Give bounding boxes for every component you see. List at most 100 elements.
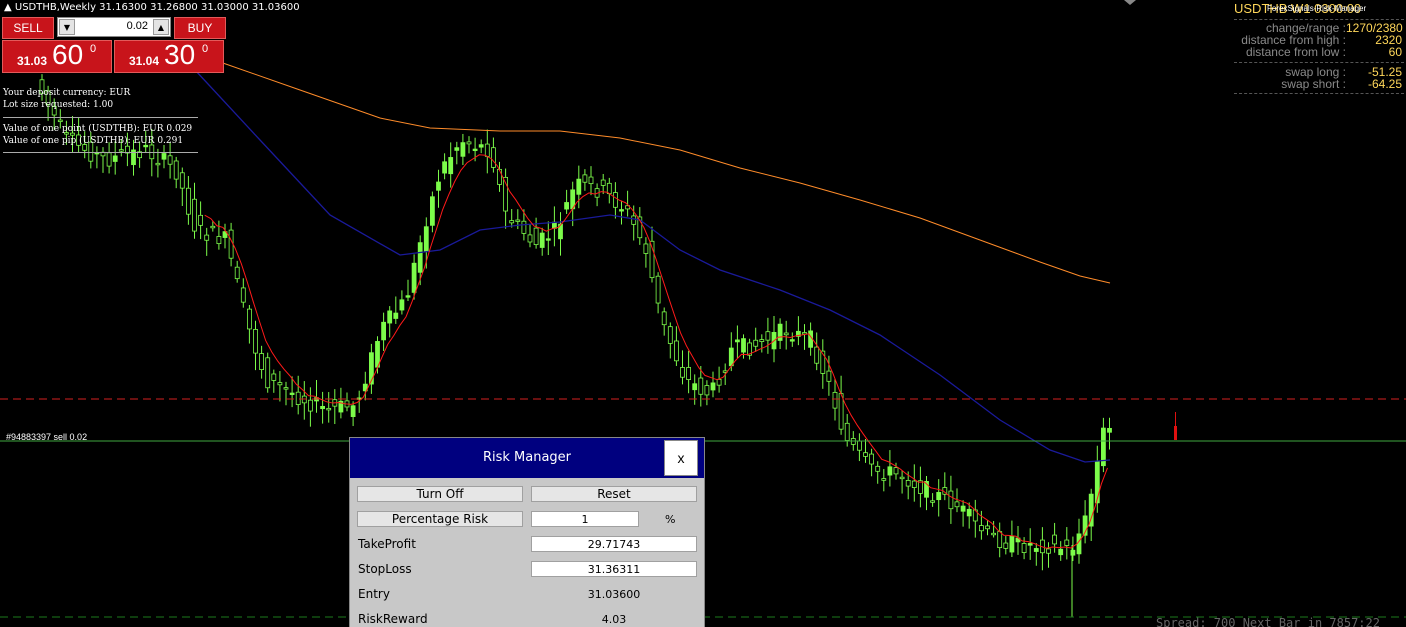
candle-body	[905, 480, 911, 487]
panel-separator	[1234, 62, 1404, 63]
candle-body	[661, 311, 667, 326]
candle-body	[857, 440, 862, 451]
percentage-risk-input[interactable]: 1	[531, 511, 639, 527]
candle-body	[893, 467, 899, 475]
candle-body	[643, 243, 649, 254]
candle-body	[1107, 427, 1112, 433]
takeprofit-label: TakeProfit	[358, 537, 416, 551]
candle-body	[112, 155, 118, 162]
candle-body	[1027, 543, 1033, 546]
candle-body	[728, 347, 734, 367]
lot-size-input[interactable]: ▼ 0.02 ▲	[57, 17, 171, 37]
sell-price-pips: 60	[52, 39, 84, 70]
candle-body	[185, 187, 191, 215]
lot-decrease-button[interactable]: ▼	[59, 19, 75, 35]
candle-body	[393, 312, 399, 319]
candle-body	[167, 155, 173, 165]
reset-button[interactable]: Reset	[531, 486, 697, 502]
sell-button[interactable]: SELL	[2, 17, 54, 39]
candle-body	[283, 387, 289, 390]
candle-body	[368, 352, 374, 385]
candle-body	[533, 227, 539, 246]
candle-body	[436, 181, 441, 191]
riskreward-value: 4.03	[601, 613, 627, 626]
candle-body	[454, 147, 460, 151]
candle-body	[234, 266, 240, 280]
indicator-name: ForexSignals-Risk-Manager	[1267, 4, 1367, 13]
candle-body	[1033, 548, 1039, 552]
candle-body	[985, 525, 990, 530]
stoploss-input[interactable]: 31.36311	[531, 561, 697, 577]
lot-size-value: 0.02	[126, 20, 148, 32]
lot-increase-button[interactable]: ▲	[153, 19, 169, 35]
candle-body	[692, 383, 698, 391]
candle-body	[613, 192, 618, 208]
candle-body	[948, 490, 954, 510]
candle-body	[173, 160, 179, 180]
candle-body	[423, 226, 429, 252]
info-separator	[3, 152, 198, 153]
candle-body	[783, 332, 789, 336]
candle-body	[259, 353, 265, 371]
candle-body	[875, 465, 881, 472]
candle-body	[869, 453, 874, 465]
candle-body	[1052, 534, 1057, 545]
candle-body	[1064, 539, 1070, 546]
turn-off-button[interactable]: Turn Off	[357, 486, 523, 502]
candle-body	[527, 234, 533, 243]
candle-body	[667, 326, 673, 344]
current-bar-marker	[1174, 426, 1177, 440]
point-value-info: Value of one point (USDTHB): EUR 0.029 V…	[3, 123, 192, 147]
candle-body	[509, 220, 515, 224]
candle-body	[753, 339, 759, 347]
dialog-header[interactable]: Risk Manager x	[350, 438, 704, 478]
buy-price-fraction: 0	[202, 43, 209, 55]
candle-body	[1094, 460, 1100, 504]
sell-price-box[interactable]: 31.03 60 0	[2, 39, 112, 73]
candle-body	[698, 377, 704, 395]
sell-price-prefix: 31.03	[17, 54, 48, 68]
order-line-label[interactable]: #94883397 sell 0.02	[6, 432, 87, 442]
entry-value: 31.03600	[587, 588, 641, 601]
candle-body	[484, 143, 490, 157]
candle-body	[936, 492, 942, 501]
candle-body	[991, 532, 996, 536]
candle-body	[521, 220, 527, 234]
candle-body	[265, 357, 271, 389]
row-value: 60	[1388, 45, 1402, 59]
candle-body	[814, 346, 820, 364]
candle-body	[1003, 542, 1009, 549]
candle-body	[448, 157, 454, 175]
candle-body	[716, 378, 722, 386]
candle-body	[515, 219, 521, 222]
buy-button[interactable]: BUY	[174, 17, 226, 39]
candle-body	[307, 399, 313, 412]
buy-price-prefix: 31.04	[129, 54, 160, 68]
info-separator	[3, 117, 198, 118]
candle-body	[600, 179, 606, 186]
candle-body	[155, 162, 161, 166]
candle-body	[466, 141, 472, 145]
candle-body	[381, 321, 387, 341]
buy-price-box[interactable]: 31.04 30 0	[114, 39, 224, 73]
candle-body	[966, 508, 972, 517]
candle-body	[655, 275, 661, 304]
candle-body	[881, 478, 887, 481]
candle-body	[1046, 548, 1051, 554]
candle-body	[387, 310, 393, 324]
pip-value-text: Value of one pip (USDTHB): EUR 0.291	[3, 136, 184, 146]
candle-body	[735, 339, 740, 343]
candle-body	[710, 382, 716, 391]
takeprofit-input[interactable]: 29.71743	[531, 536, 697, 552]
candle-body	[246, 308, 252, 330]
candle-body	[216, 236, 222, 245]
candle-body	[442, 161, 448, 174]
candle-body	[411, 262, 417, 293]
percentage-risk-button[interactable]: Percentage Risk	[357, 511, 523, 527]
candle-body	[429, 196, 435, 226]
lot-size-text: Lot size requested: 1.00	[3, 100, 114, 110]
candle-body	[765, 331, 771, 341]
candle-body	[844, 422, 850, 441]
candle-body	[619, 209, 624, 212]
close-button[interactable]: x	[664, 440, 698, 476]
